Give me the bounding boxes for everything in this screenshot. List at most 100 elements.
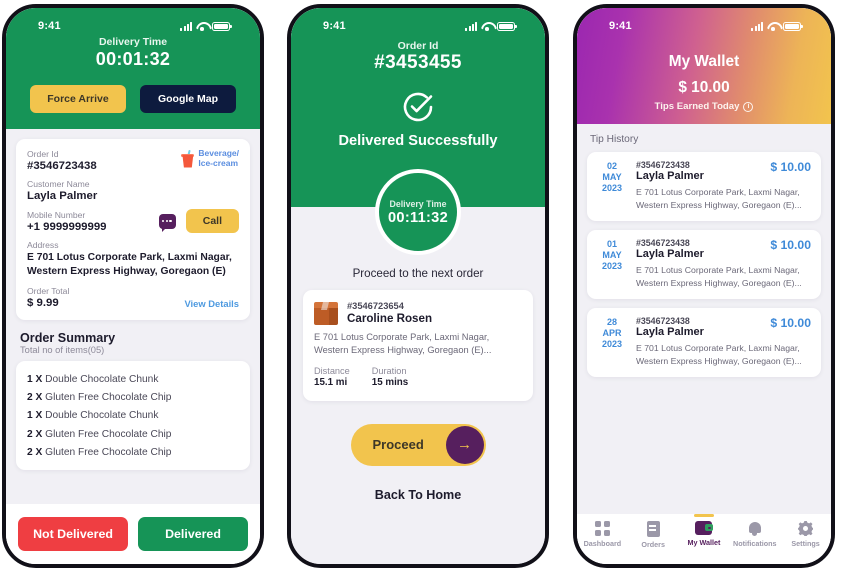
- chat-bubble-icon[interactable]: [158, 213, 176, 232]
- wifi-icon: [481, 22, 493, 31]
- category-tag: Beverage/ Ice-cream: [181, 148, 239, 168]
- list-item[interactable]: 01 MAY 2023 #3546723438 Layla Palmer $ 1…: [587, 230, 821, 300]
- phone-mockup-delivered-success: 9:41 Order Id #3453455 Delivered Success: [287, 4, 549, 568]
- list-item: 2 X Gluten Free Chocolate Chip: [27, 425, 239, 443]
- force-arrive-button[interactable]: Force Arrive: [30, 85, 126, 113]
- list-item: 1 X Double Chocolate Chunk: [27, 407, 239, 425]
- status-bar: 9:41: [305, 12, 531, 36]
- screen3-body: Tip History 02 MAY 2023 #3546723438 Layl…: [577, 124, 831, 378]
- signal-bars-icon: [180, 21, 192, 31]
- mobile-number-block: Mobile Number +1 9999999999: [27, 210, 107, 233]
- delivered-button[interactable]: Delivered: [138, 517, 248, 551]
- order-summary-subtitle: Total no of items(05): [20, 345, 105, 356]
- tip-order-id: #3546723438: [636, 316, 690, 327]
- order-id-block: Order Id #3546723438: [27, 149, 97, 172]
- tip-order-id: #3546723438: [636, 238, 690, 249]
- duration-value: 15 mins: [371, 376, 409, 388]
- header-action-row: Force Arrive Google Map: [20, 85, 246, 113]
- battery-icon: [783, 21, 803, 31]
- status-bar-time: 9:41: [38, 20, 61, 32]
- phone-mockup-my-wallet: 9:41 My Wallet $ 10.00 Tips Earned Today…: [573, 4, 835, 568]
- nav-label: My Wallet: [687, 538, 721, 547]
- view-details-link[interactable]: View Details: [184, 298, 239, 309]
- page-title: My Wallet: [668, 53, 740, 70]
- screen1-header: 9:41 Delivery Time 00:01:32 Force Arrive…: [6, 8, 260, 129]
- item-name: Double Chocolate Chunk: [45, 410, 159, 422]
- nav-item-my-wallet[interactable]: My Wallet: [679, 514, 729, 547]
- order-id-value: #3453455: [374, 52, 462, 73]
- nav-item-orders[interactable]: Orders: [628, 521, 678, 549]
- tip-date: 01 MAY 2023: [597, 238, 627, 290]
- screen2-body: Proceed to the next order #3546723654 Ca…: [291, 267, 545, 502]
- address-line-2: Western Express Highway, Goregaon (E)...: [636, 200, 802, 211]
- list-item[interactable]: 02 MAY 2023 #3546723438 Layla Palmer $ 1…: [587, 152, 821, 222]
- order-total-row: Order Total $ 9.99 View Details: [27, 286, 239, 309]
- nav-item-dashboard[interactable]: Dashboard: [577, 521, 627, 548]
- battery-icon: [497, 21, 517, 31]
- gear-icon: [798, 521, 813, 536]
- screen-order-detail: 9:41 Delivery Time 00:01:32 Force Arrive…: [6, 8, 260, 564]
- back-to-home-link[interactable]: Back To Home: [303, 488, 533, 502]
- tip-history-label: Tip History: [590, 134, 639, 145]
- list-item: 1 X Double Chocolate Chunk: [27, 370, 239, 388]
- mobile-number-value: +1 9999999999: [27, 220, 107, 233]
- mobile-number-row: Mobile Number +1 9999999999 Call: [27, 209, 239, 233]
- delivery-time-value: 00:11:32: [387, 209, 448, 226]
- tip-year: 2023: [601, 182, 623, 193]
- address-line-1: E 701 Lotus Corporate Park, Laxmi Nagar,: [636, 265, 800, 276]
- next-order-id: #3546723654: [347, 301, 404, 311]
- item-qty: 2 X: [27, 428, 43, 440]
- address-line-1: E 701 Lotus Corporate Park, Laxmi Nagar,: [314, 332, 490, 342]
- google-map-button[interactable]: Google Map: [140, 85, 236, 113]
- tip-identity: #3546723438 Layla Palmer: [636, 160, 704, 182]
- distance-value: 15.1 mi: [314, 376, 348, 388]
- item-name: Double Chocolate Chunk: [45, 374, 159, 385]
- tip-address: E 701 Lotus Corporate Park, Laxmi Nagar,…: [636, 342, 811, 368]
- nav-item-notifications[interactable]: Notifications: [730, 521, 780, 548]
- order-id-label: Order Id: [27, 149, 59, 159]
- bell-icon: [748, 521, 761, 536]
- tip-order-id: #3546723438: [636, 160, 690, 170]
- order-id-label: Order Id: [397, 40, 439, 52]
- call-button[interactable]: Call: [185, 209, 239, 233]
- contact-actions: Call: [158, 209, 239, 233]
- tip-day: 28: [606, 317, 617, 328]
- wifi-icon: [767, 22, 779, 31]
- list-item[interactable]: 28 APR 2023 #3546723438 Layla Palmer $ 1…: [587, 308, 821, 378]
- tips-earned-today-row: Tips Earned Today i: [591, 101, 817, 112]
- tip-month: APR: [602, 328, 622, 339]
- category-text: Beverage/ Ice-cream: [198, 148, 239, 168]
- customer-name-value: Layla Palmer: [27, 190, 98, 202]
- address-label: Address: [27, 240, 59, 250]
- wallet-amount: $ 10.00: [678, 79, 730, 96]
- tip-amount: $ 10.00: [770, 160, 811, 174]
- item-name: Gluten Free Chocolate Chip: [45, 428, 172, 440]
- active-tab-indicator: [693, 514, 714, 517]
- order-id-row: Order Id #3546723438 Beverage/ Ice-cream: [27, 148, 239, 172]
- mobile-number-label: Mobile Number: [27, 209, 86, 220]
- not-delivered-button[interactable]: Not Delivered: [18, 517, 128, 551]
- next-order-card[interactable]: #3546723654 Caroline Rosen E 701 Lotus C…: [303, 290, 533, 401]
- tip-amount: $ 10.00: [770, 238, 811, 253]
- item-qty: 1 X: [27, 410, 43, 422]
- success-message: Delivered Successfully: [338, 133, 498, 149]
- status-bar-icons: [751, 21, 803, 31]
- nav-label: Settings: [791, 539, 820, 548]
- info-icon[interactable]: i: [743, 101, 754, 112]
- next-order-customer-name: Caroline Rosen: [347, 312, 433, 325]
- item-qty: 1 X: [27, 374, 43, 385]
- arrow-right-icon: →: [445, 425, 484, 464]
- duration-block: Duration 15 mins: [372, 366, 409, 388]
- screen1-footer: Not Delivered Delivered: [6, 504, 260, 564]
- tip-identity: #3546723438 Layla Palmer: [636, 238, 704, 260]
- proceed-button-row: Proceed →: [303, 423, 533, 466]
- phone-mockup-delivery-detail: 9:41 Delivery Time 00:01:32 Force Arrive…: [2, 4, 264, 568]
- order-total-label: Order Total: [27, 286, 70, 297]
- address-line-1: E 701 Lotus Corporate Park, Laxmi Nagar,: [636, 187, 800, 197]
- next-order-meta: Distance 15.1 mi Duration 15 mins: [314, 366, 522, 388]
- distance-label: Distance: [314, 365, 350, 376]
- dashboard-grid-icon: [594, 521, 610, 536]
- nav-item-settings[interactable]: Settings: [781, 521, 831, 548]
- nav-label: Orders: [641, 540, 665, 549]
- proceed-button[interactable]: Proceed →: [350, 423, 486, 466]
